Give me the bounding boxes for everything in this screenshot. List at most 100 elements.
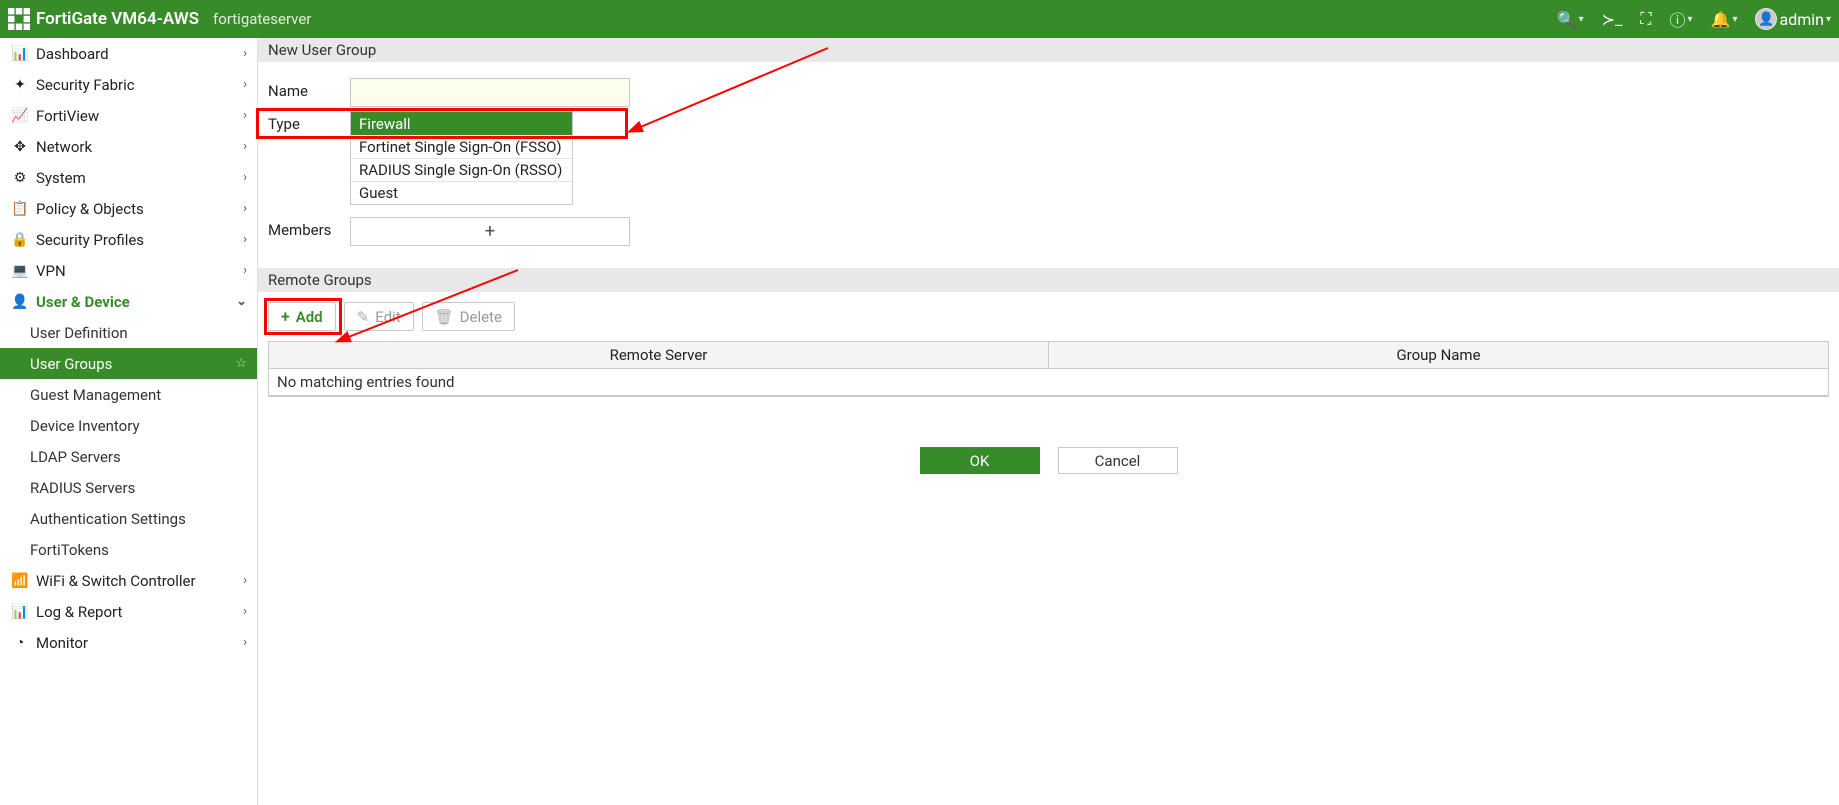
- type-option-firewall[interactable]: Firewall: [351, 112, 572, 135]
- form-row-members: Members +: [268, 217, 1829, 246]
- username-label: admin: [1779, 10, 1823, 29]
- table-header: Remote Server Group Name: [269, 342, 1828, 369]
- favorite-icon[interactable]: ☆: [235, 356, 247, 371]
- sidebar-subitem-radius-servers[interactable]: RADIUS Servers: [0, 472, 257, 503]
- type-label: Type: [268, 111, 350, 133]
- form-area: Name Type Firewall Fortinet Single Sign-…: [258, 62, 1839, 260]
- laptop-icon: 💻: [10, 263, 30, 279]
- sidebar-item-dashboard[interactable]: 📊Dashboard›: [0, 38, 257, 69]
- sidebar-item-security-fabric[interactable]: ✦Security Fabric›: [0, 69, 257, 100]
- chevron-right-icon: ›: [243, 139, 247, 154]
- section-header-new-user-group: New User Group: [258, 38, 1839, 62]
- cancel-button[interactable]: Cancel: [1058, 447, 1178, 474]
- help-icon: ⓘ: [1669, 7, 1685, 31]
- sidebar-subitem-user-groups[interactable]: User Groups☆: [0, 348, 257, 379]
- chart-icon: 📈: [10, 108, 30, 124]
- sidebar-item-system[interactable]: ⚙System›: [0, 162, 257, 193]
- help-button[interactable]: ⓘ▾: [1669, 7, 1692, 31]
- wifi-icon: 📶: [10, 573, 30, 589]
- remote-groups-toolbar: +Add ✎Edit 🗑Delete: [258, 292, 1839, 341]
- chevron-down-icon: ▾: [1688, 14, 1693, 25]
- pencil-icon: ✎: [357, 308, 370, 326]
- search-button[interactable]: 🔍▾: [1557, 10, 1584, 29]
- product-name: FortiGate VM64-AWS: [36, 9, 199, 29]
- col-remote-server[interactable]: Remote Server: [269, 342, 1049, 368]
- fullscreen-button[interactable]: ⛶: [1640, 9, 1651, 29]
- sidebar-item-wifi-switch[interactable]: 📶WiFi & Switch Controller›: [0, 565, 257, 596]
- form-row-type: Type Firewall Fortinet Single Sign-On (F…: [268, 111, 1829, 205]
- network-icon: ✥: [10, 139, 30, 155]
- topbar-actions: 🔍▾ ≻_ ⛶ ⓘ▾ 🔔▾ 👤 admin ▾: [1557, 7, 1831, 31]
- bell-icon: 🔔: [1711, 10, 1731, 29]
- terminal-icon: ≻_: [1602, 10, 1623, 29]
- type-option-fsso[interactable]: Fortinet Single Sign-On (FSSO): [351, 135, 572, 158]
- sidebar-item-vpn[interactable]: 💻VPN›: [0, 255, 257, 286]
- search-icon: 🔍: [1557, 10, 1577, 29]
- table-empty-row: No matching entries found: [269, 369, 1828, 396]
- type-option-list: Firewall Fortinet Single Sign-On (FSSO) …: [350, 111, 573, 205]
- sidebar-subitem-guest-management[interactable]: Guest Management: [0, 379, 257, 410]
- sidebar-subitem-user-definition[interactable]: User Definition: [0, 317, 257, 348]
- fortinet-logo-icon: [8, 8, 30, 30]
- gear-icon: ⚙: [10, 170, 30, 186]
- trash-icon: 🗑: [435, 308, 454, 326]
- notifications-button[interactable]: 🔔▾: [1711, 10, 1738, 29]
- sidebar-item-monitor[interactable]: ◔Monitor›: [0, 627, 257, 658]
- main-content: New User Group Name Type Firewall Fortin…: [258, 38, 1839, 805]
- sidebar: 📊Dashboard› ✦Security Fabric› 📈FortiView…: [0, 38, 258, 805]
- col-group-name[interactable]: Group Name: [1049, 342, 1828, 368]
- chevron-right-icon: ›: [243, 263, 247, 278]
- cli-button[interactable]: ≻_: [1602, 10, 1623, 29]
- chevron-right-icon: ›: [243, 201, 247, 216]
- plus-icon: +: [281, 307, 290, 326]
- edit-button[interactable]: ✎Edit: [344, 302, 414, 331]
- add-button[interactable]: +Add: [268, 302, 336, 331]
- logo: FortiGate VM64-AWS fortigateserver: [8, 8, 311, 30]
- chevron-right-icon: ›: [243, 635, 247, 650]
- chevron-right-icon: ›: [243, 232, 247, 247]
- sidebar-subitem-fortitokens[interactable]: FortiTokens: [0, 534, 257, 565]
- members-add-button[interactable]: +: [350, 217, 630, 246]
- ok-button[interactable]: OK: [920, 447, 1040, 474]
- top-bar: FortiGate VM64-AWS fortigateserver 🔍▾ ≻_…: [0, 0, 1839, 38]
- avatar-icon: 👤: [1755, 8, 1777, 30]
- sidebar-item-user-device[interactable]: 👤User & Device⌄: [0, 286, 257, 317]
- chevron-down-icon: ▾: [1732, 14, 1737, 25]
- type-option-rsso[interactable]: RADIUS Single Sign-On (RSSO): [351, 158, 572, 181]
- type-option-guest[interactable]: Guest: [351, 181, 572, 204]
- sidebar-subitem-device-inventory[interactable]: Device Inventory: [0, 410, 257, 441]
- form-row-name: Name: [268, 78, 1829, 107]
- chevron-down-icon: ⌄: [236, 294, 247, 309]
- fabric-icon: ✦: [10, 77, 30, 93]
- members-label: Members: [268, 217, 350, 239]
- name-input[interactable]: [350, 78, 630, 107]
- sidebar-item-log-report[interactable]: 📊Log & Report›: [0, 596, 257, 627]
- sidebar-item-fortiview[interactable]: 📈FortiView›: [0, 100, 257, 131]
- lock-icon: 🔒: [10, 232, 30, 248]
- fullscreen-icon: ⛶: [1640, 9, 1651, 29]
- sidebar-subitem-ldap-servers[interactable]: LDAP Servers: [0, 441, 257, 472]
- user-icon: 👤: [10, 294, 30, 310]
- chevron-right-icon: ›: [243, 604, 247, 619]
- pie-icon: ◔: [10, 634, 30, 651]
- chevron-down-icon: ▾: [1826, 14, 1831, 25]
- hostname: fortigateserver: [213, 10, 311, 28]
- chevron-right-icon: ›: [243, 170, 247, 185]
- plus-icon: +: [485, 221, 495, 242]
- policy-icon: 📋: [10, 201, 30, 217]
- sidebar-subitem-auth-settings[interactable]: Authentication Settings: [0, 503, 257, 534]
- chevron-down-icon: ▾: [1579, 14, 1584, 25]
- dashboard-icon: 📊: [10, 46, 30, 62]
- chevron-right-icon: ›: [243, 108, 247, 123]
- delete-button[interactable]: 🗑Delete: [422, 302, 515, 331]
- sidebar-item-network[interactable]: ✥Network›: [0, 131, 257, 162]
- footer-buttons: OK Cancel: [258, 447, 1839, 474]
- sidebar-item-policy-objects[interactable]: 📋Policy & Objects›: [0, 193, 257, 224]
- chevron-right-icon: ›: [243, 46, 247, 61]
- remote-groups-table: Remote Server Group Name No matching ent…: [268, 341, 1829, 397]
- user-menu[interactable]: 👤 admin ▾: [1755, 8, 1831, 30]
- name-label: Name: [268, 78, 350, 100]
- bar-chart-icon: 📊: [10, 604, 30, 620]
- chevron-right-icon: ›: [243, 573, 247, 588]
- sidebar-item-security-profiles[interactable]: 🔒Security Profiles›: [0, 224, 257, 255]
